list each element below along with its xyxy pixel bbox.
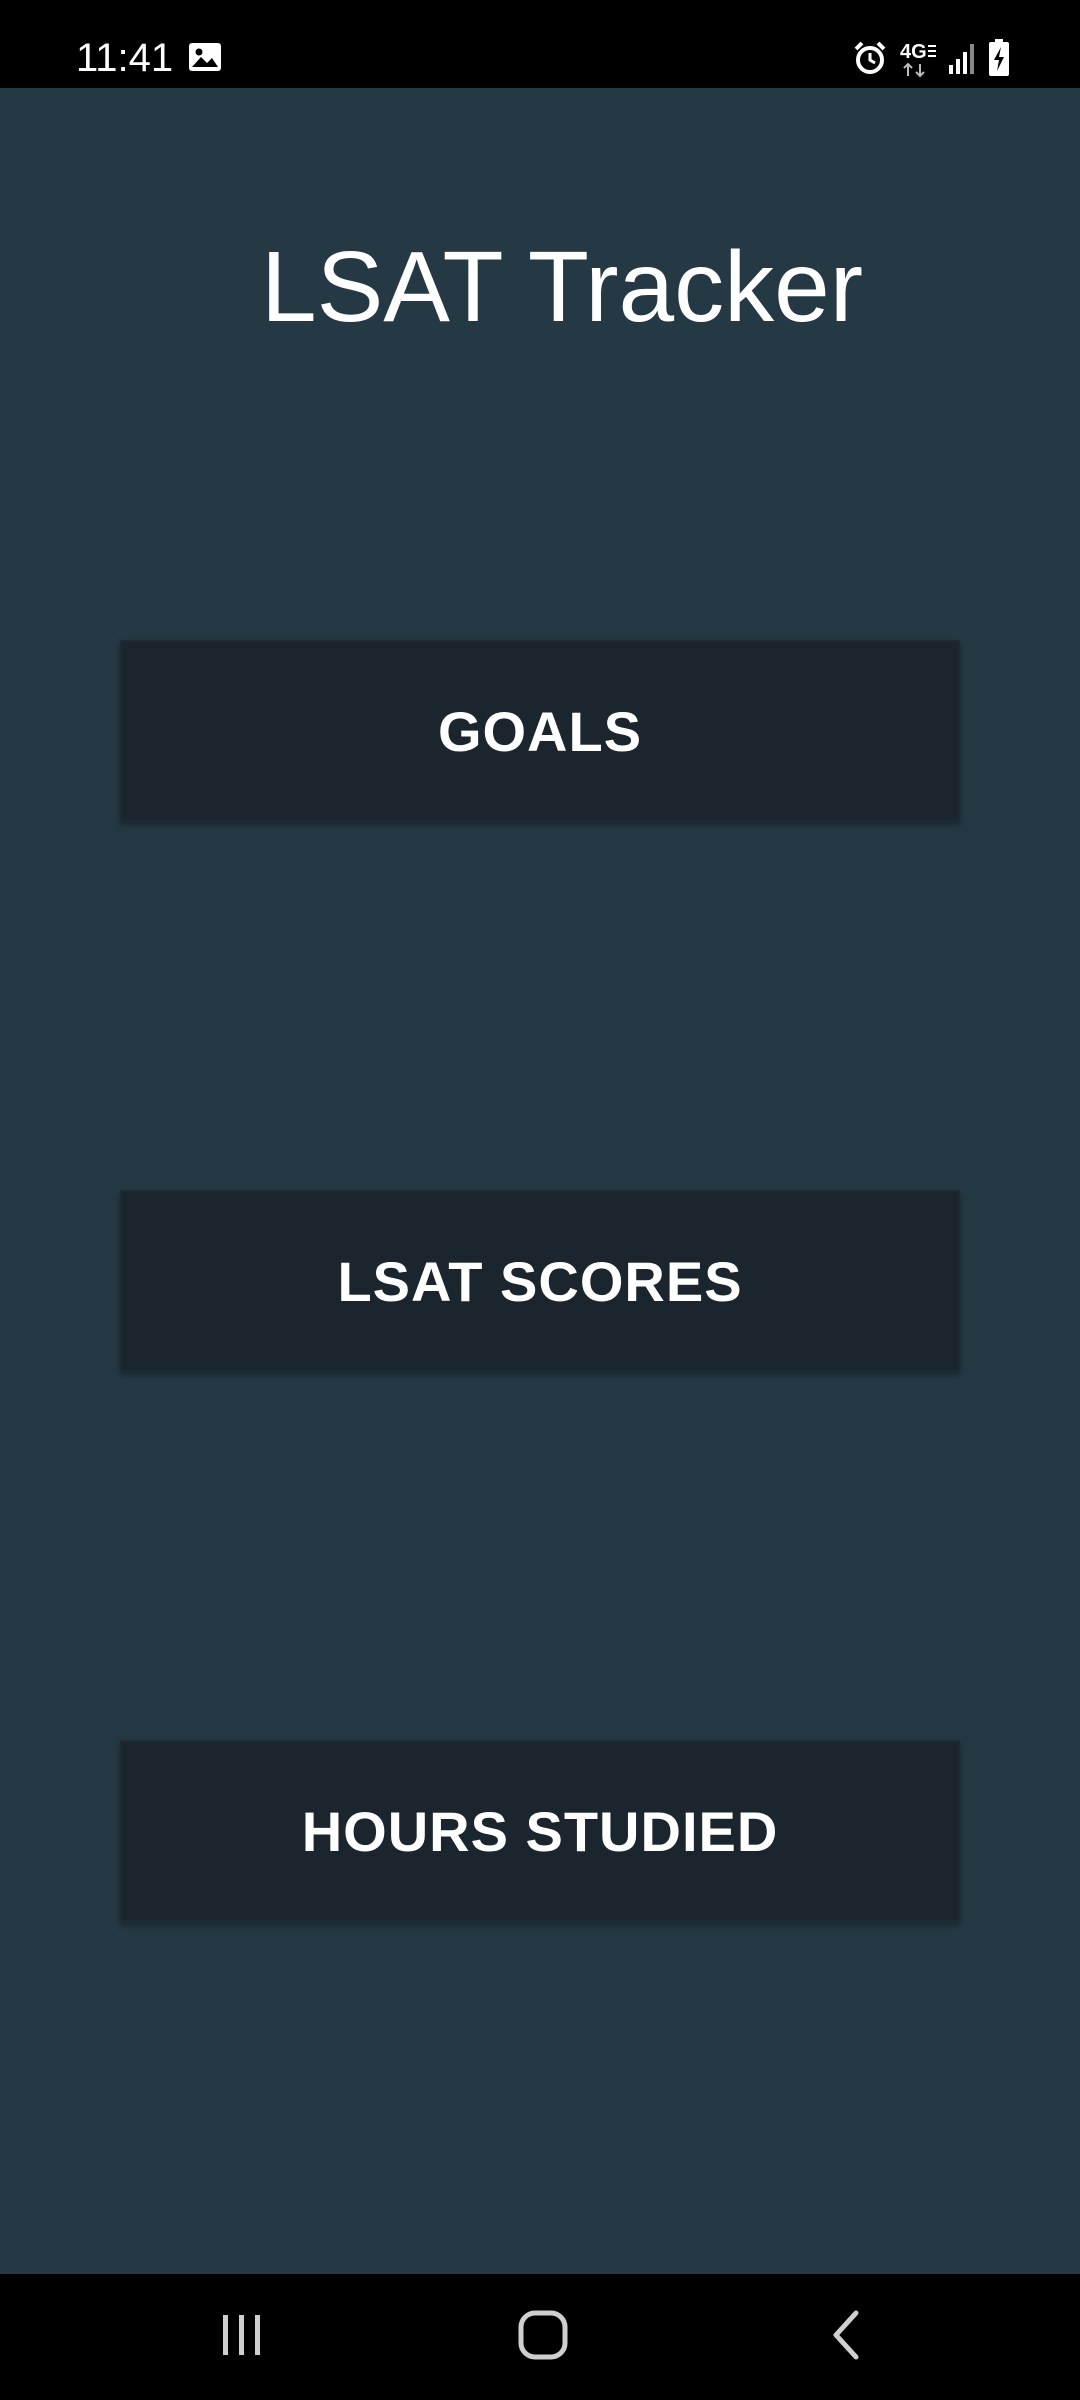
alarm-icon <box>852 40 888 76</box>
signal-icon <box>948 41 978 75</box>
hours-studied-button[interactable]: HOURS STUDIED <box>120 1740 960 1922</box>
4g-lte-icon: 4G <box>898 38 938 78</box>
navigation-bar <box>0 2274 1080 2400</box>
page-title: LSAT Tracker <box>260 231 864 343</box>
home-icon <box>516 2308 570 2367</box>
app-screen: 11:41 4G LSAT Tracker GOALS LSAT SCORES … <box>0 0 1080 2400</box>
recents-button[interactable] <box>202 2304 282 2370</box>
goals-button[interactable]: GOALS <box>120 640 960 822</box>
gallery-icon <box>188 42 222 72</box>
network-label: 4G <box>900 41 927 63</box>
back-button[interactable] <box>806 2304 886 2370</box>
lsat-scores-button[interactable]: LSAT SCORES <box>120 1190 960 1372</box>
status-time: 11:41 <box>76 36 174 80</box>
status-bar: 11:41 4G <box>0 0 1080 88</box>
recents-icon <box>217 2311 267 2364</box>
status-icons: 4G <box>852 38 1010 78</box>
back-icon <box>826 2309 866 2366</box>
home-button[interactable] <box>503 2304 583 2370</box>
battery-charging-icon <box>988 39 1010 77</box>
